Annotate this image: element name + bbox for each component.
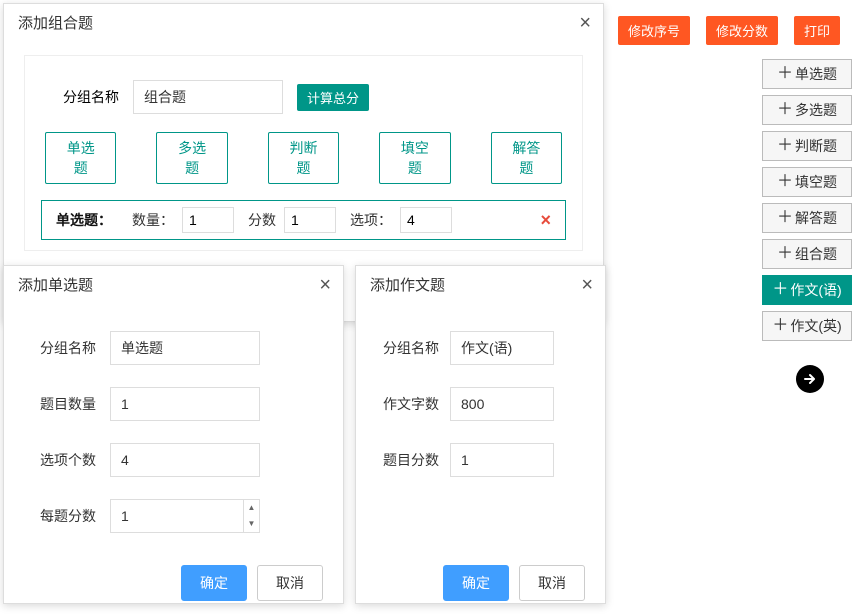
- close-icon[interactable]: ×: [581, 275, 593, 295]
- side-button-label: 解答题: [795, 208, 837, 228]
- group-name-input[interactable]: [133, 80, 283, 114]
- side-button-label: 作文(英): [790, 316, 841, 336]
- plus-icon: ＋: [772, 282, 788, 298]
- plus-icon: ＋: [777, 102, 793, 118]
- ok-button[interactable]: 确定: [181, 565, 247, 601]
- side-add-button-3[interactable]: ＋填空题: [762, 167, 852, 197]
- plus-icon: ＋: [777, 138, 793, 154]
- close-icon[interactable]: ×: [319, 275, 331, 295]
- config-option-input[interactable]: [400, 207, 452, 233]
- side-button-label: 判断题: [795, 136, 837, 156]
- group-name-input[interactable]: [110, 331, 260, 365]
- side-button-label: 组合题: [795, 244, 837, 264]
- dialog-title: 添加组合题: [18, 12, 93, 33]
- per-score-label: 每题分数: [40, 506, 110, 526]
- side-add-button-0[interactable]: ＋单选题: [762, 59, 852, 89]
- config-qty-label: 数量：: [132, 210, 174, 230]
- side-add-button-6[interactable]: ＋作文(语): [762, 275, 852, 305]
- dialog-title: 添加单选题: [18, 274, 93, 295]
- side-button-label: 填空题: [795, 172, 837, 192]
- side-add-button-1[interactable]: ＋多选题: [762, 95, 852, 125]
- qtype-single-button[interactable]: 单选题: [45, 132, 116, 184]
- dialog-title: 添加作文题: [370, 274, 445, 295]
- words-label: 作文字数: [372, 394, 450, 414]
- dialog-header: 添加组合题 ×: [4, 4, 603, 41]
- config-type-label: 单选题：: [56, 210, 112, 230]
- modify-score-button[interactable]: 修改分数: [706, 16, 778, 45]
- plus-icon: ＋: [777, 246, 793, 262]
- plus-icon: ＋: [777, 210, 793, 226]
- dialog-header: 添加作文题 ×: [356, 266, 605, 303]
- config-row: 单选题： 数量： 分数 选项： ×: [41, 200, 566, 240]
- config-option-label: 选项：: [350, 210, 392, 230]
- group-name-label: 分组名称: [372, 338, 450, 358]
- side-add-button-2[interactable]: ＋判断题: [762, 131, 852, 161]
- qtype-multi-button[interactable]: 多选题: [156, 132, 227, 184]
- dialog-header: 添加单选题 ×: [4, 266, 343, 303]
- spinner-controls: ▲ ▼: [243, 500, 259, 532]
- side-add-button-5[interactable]: ＋组合题: [762, 239, 852, 269]
- qty-label: 题目数量: [40, 394, 110, 414]
- combo-inner-box: 分组名称 计算总分 单选题 多选题 判断题 填空题 解答题 单选题： 数量： 分…: [24, 55, 583, 251]
- side-add-button-4[interactable]: ＋解答题: [762, 203, 852, 233]
- qty-input[interactable]: [110, 387, 260, 421]
- options-input[interactable]: [110, 443, 260, 477]
- config-score-label: 分数: [248, 210, 276, 230]
- cancel-button[interactable]: 取消: [257, 565, 323, 601]
- plus-icon: ＋: [777, 174, 793, 190]
- modify-seq-button[interactable]: 修改序号: [618, 16, 690, 45]
- plus-icon: ＋: [772, 318, 788, 334]
- plus-icon: ＋: [777, 66, 793, 82]
- spinner-down-icon[interactable]: ▼: [243, 516, 259, 532]
- side-button-column: ＋单选题＋多选题＋判断题＋填空题＋解答题＋组合题＋作文(语)＋作文(英): [614, 59, 852, 341]
- group-name-input[interactable]: [450, 331, 554, 365]
- qtype-judge-button[interactable]: 判断题: [268, 132, 339, 184]
- words-input[interactable]: [450, 387, 554, 421]
- qtype-fill-button[interactable]: 填空题: [379, 132, 450, 184]
- right-panel: 修改序号 修改分数 打印 ＋单选题＋多选题＋判断题＋填空题＋解答题＋组合题＋作文…: [614, 16, 864, 393]
- per-score-input[interactable]: [110, 499, 260, 533]
- cancel-button[interactable]: 取消: [519, 565, 585, 601]
- group-name-label: 分组名称: [63, 87, 119, 107]
- group-name-label: 分组名称: [40, 338, 110, 358]
- qtype-row: 单选题 多选题 判断题 填空题 解答题: [45, 132, 562, 184]
- remove-row-icon[interactable]: ×: [540, 210, 551, 231]
- score-label: 题目分数: [372, 450, 450, 470]
- add-essay-dialog: 添加作文题 × 分组名称 作文字数 题目分数 确定 取消: [355, 265, 606, 604]
- close-icon[interactable]: ×: [579, 13, 591, 33]
- spinner-up-icon[interactable]: ▲: [243, 500, 259, 516]
- config-score-input[interactable]: [284, 207, 336, 233]
- side-button-label: 单选题: [795, 64, 837, 84]
- side-button-label: 多选题: [795, 100, 837, 120]
- options-label: 选项个数: [40, 450, 110, 470]
- calc-total-button[interactable]: 计算总分: [297, 84, 369, 111]
- next-arrow-icon[interactable]: [796, 365, 824, 393]
- ok-button[interactable]: 确定: [443, 565, 509, 601]
- config-qty-input[interactable]: [182, 207, 234, 233]
- score-input[interactable]: [450, 443, 554, 477]
- side-add-button-7[interactable]: ＋作文(英): [762, 311, 852, 341]
- print-button[interactable]: 打印: [794, 16, 840, 45]
- add-single-dialog: 添加单选题 × 分组名称 题目数量 选项个数 每题分数 ▲ ▼ 确定: [3, 265, 344, 604]
- side-button-label: 作文(语): [790, 280, 841, 300]
- top-button-row: 修改序号 修改分数 打印: [618, 16, 864, 45]
- qtype-answer-button[interactable]: 解答题: [491, 132, 562, 184]
